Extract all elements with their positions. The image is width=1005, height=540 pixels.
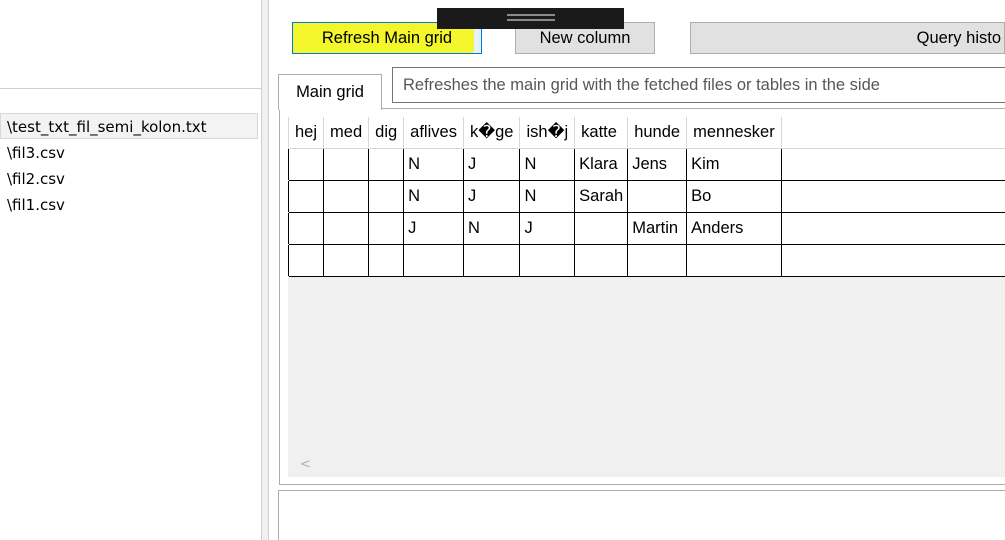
tab-content-frame: hej med dig aflives k�ge ish�j katte hunde menne…: [279, 108, 1005, 485]
grid-cell[interactable]: [368, 211, 405, 245]
grid-cell[interactable]: Sarah: [574, 179, 629, 213]
grid-cell[interactable]: [323, 211, 370, 245]
column-header[interactable]: med: [323, 117, 370, 149]
grip-line-icon: [507, 14, 555, 16]
grid-cell[interactable]: Martin: [627, 211, 688, 245]
tab-strip: Main grid Refreshes the main grid with t…: [270, 66, 1005, 110]
grid-cell[interactable]: [627, 179, 688, 213]
table-row[interactable]: N J N Sarah Bo: [288, 179, 1005, 213]
grid-cell[interactable]: [288, 179, 325, 213]
grid-cell[interactable]: J: [519, 211, 576, 245]
grid-cell[interactable]: [368, 243, 405, 277]
floating-drag-bar[interactable]: [437, 8, 624, 29]
grid-cell[interactable]: [627, 243, 688, 277]
panel-splitter[interactable]: [261, 0, 269, 540]
file-list-panel: \test_txt_fil_semi_kolon.txt \fil3.csv \fi…: [0, 0, 261, 540]
grid-cell[interactable]: [519, 243, 576, 277]
grid-cell[interactable]: J: [403, 211, 464, 245]
table-row[interactable]: N J N Klara Jens Kim: [288, 147, 1005, 181]
grid-cell[interactable]: Jens: [627, 147, 688, 181]
grid-cell[interactable]: [686, 243, 782, 277]
grid-body: N J N Klara Jens Kim N J N Sarah Bo J N J Martin Anders: [288, 147, 1005, 277]
grid-cell[interactable]: Bo: [686, 179, 782, 213]
grid-cell[interactable]: [574, 211, 629, 245]
grid-cell[interactable]: N: [462, 211, 521, 245]
grid-cell-filler: [780, 179, 1005, 213]
grid-cell[interactable]: [368, 179, 405, 213]
grid-cell[interactable]: [323, 243, 370, 277]
grid-cell[interactable]: [288, 243, 325, 277]
file-list-item[interactable]: \fil2.csv: [0, 165, 258, 191]
column-header[interactable]: aflives: [403, 117, 464, 149]
file-list-item[interactable]: \test_txt_fil_semi_kolon.txt: [0, 113, 258, 139]
grid-cell[interactable]: [462, 243, 521, 277]
grid-cell[interactable]: J: [462, 179, 521, 213]
column-header[interactable]: hunde: [627, 117, 688, 149]
grid-cell[interactable]: [574, 243, 629, 277]
grid-cell[interactable]: [368, 147, 405, 181]
tooltip: Refreshes the main grid with the fetched…: [392, 67, 1005, 103]
column-header[interactable]: dig: [368, 117, 405, 149]
grid-cell-filler: [780, 147, 1005, 181]
main-data-grid[interactable]: hej med dig aflives k�ge ish�j katte hunde menne…: [288, 117, 1005, 477]
grid-header-row: hej med dig aflives k�ge ish�j katte hunde menne…: [288, 117, 1005, 149]
file-list-item[interactable]: \fil3.csv: [0, 139, 258, 165]
grid-cell[interactable]: N: [519, 147, 576, 181]
column-header[interactable]: k�ge: [463, 117, 521, 149]
toolbar: Refresh Main grid New column Query histo: [270, 0, 1005, 66]
refresh-main-grid-label: Refresh Main grid: [321, 29, 453, 47]
grip-line-icon: [507, 19, 555, 21]
table-row[interactable]: [288, 243, 1005, 277]
grid-cell-filler: [780, 211, 1005, 245]
grid-cell[interactable]: N: [403, 179, 464, 213]
table-row[interactable]: J N J Martin Anders: [288, 211, 1005, 245]
column-header[interactable]: katte: [574, 117, 629, 149]
bottom-pane: [278, 490, 1005, 540]
column-header-filler: [781, 117, 1005, 149]
grid-cell[interactable]: [323, 179, 370, 213]
column-header[interactable]: mennesker: [686, 117, 782, 149]
grid-cell[interactable]: [323, 147, 370, 181]
grid-cell[interactable]: J: [462, 147, 521, 181]
file-list: \test_txt_fil_semi_kolon.txt \fil3.csv \fi…: [0, 113, 258, 217]
data-grid-table: hej med dig aflives k�ge ish�j katte hunde menne…: [288, 117, 1005, 277]
column-header[interactable]: hej: [288, 117, 325, 149]
grid-cell[interactable]: [403, 243, 464, 277]
scroll-left-arrow-icon[interactable]: <: [300, 457, 311, 472]
grid-cell[interactable]: Kim: [686, 147, 782, 181]
grid-cell[interactable]: [288, 211, 325, 245]
grid-cell[interactable]: N: [403, 147, 464, 181]
query-history-button[interactable]: Query histo: [690, 22, 1005, 54]
grid-cell[interactable]: [288, 147, 325, 181]
tab-main-grid[interactable]: Main grid: [278, 74, 382, 110]
list-top-divider: [0, 88, 261, 89]
main-panel: Refresh Main grid New column Query histo…: [270, 0, 1005, 540]
column-header[interactable]: ish�j: [519, 117, 576, 149]
file-list-item[interactable]: \fil1.csv: [0, 191, 258, 217]
grid-cell-filler: [780, 243, 1005, 277]
grid-cell[interactable]: Klara: [574, 147, 629, 181]
grid-cell[interactable]: N: [519, 179, 576, 213]
grid-cell[interactable]: Anders: [686, 211, 782, 245]
